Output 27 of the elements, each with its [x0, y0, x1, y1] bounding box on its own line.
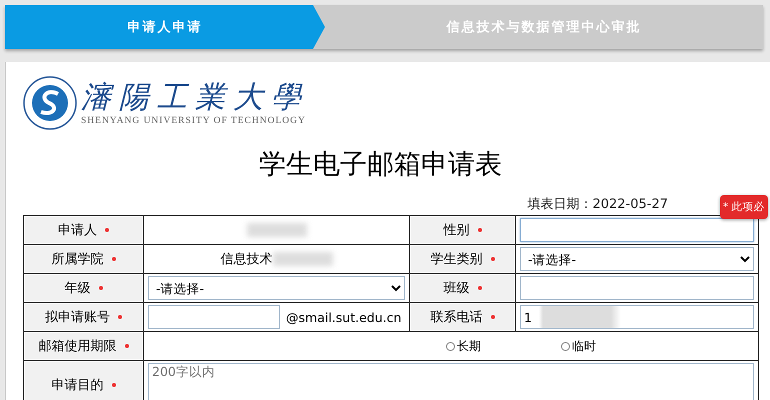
field-label: 性别 — [444, 223, 470, 238]
input-field[interactable] — [520, 218, 754, 242]
field-label: 邮箱使用期限 — [38, 339, 116, 354]
select-dropdown[interactable]: -请选择- — [148, 276, 405, 300]
field-value: 信息技术 — [220, 252, 272, 267]
field-label: 所属学院 — [52, 252, 104, 267]
radio-option[interactable]: 长期 — [446, 338, 481, 354]
field-label: 联系电话 — [430, 310, 482, 325]
radio-option[interactable]: 临时 — [561, 338, 596, 354]
field-label: 申请目的 — [52, 378, 104, 393]
fill-date: 填表日期：2022-05-27 — [527, 196, 668, 213]
account-input-field[interactable] — [148, 305, 280, 329]
validation-tooltip: * 此项必 — [720, 195, 768, 219]
field-label: 学生类别 — [430, 252, 482, 267]
field-label: 年级 — [64, 281, 90, 296]
select-dropdown[interactable]: -请选择- — [520, 247, 754, 271]
textarea-field[interactable]: 200字以内 — [148, 363, 754, 400]
form-title: 学生电子邮箱申请表 — [258, 148, 503, 182]
input-field[interactable] — [520, 276, 754, 300]
university-name: 瀋陽工業大學 — [81, 80, 309, 116]
input-field[interactable]: 1 — [520, 305, 754, 329]
email-domain: @smail.sut.edu.cn — [286, 310, 402, 324]
field-label: 申请人 — [58, 223, 97, 238]
university-seal-icon — [23, 76, 77, 130]
university-subtitle: SHENYANG UNIVERSITY OF TECHNOLOGY — [81, 116, 307, 126]
field-label: 拟申请账号 — [45, 310, 110, 325]
field-label: 班级 — [444, 281, 470, 296]
